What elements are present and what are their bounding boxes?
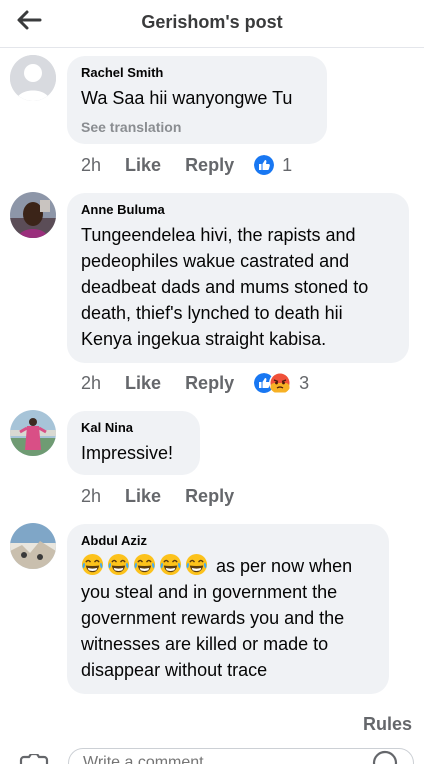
avatar[interactable]: [10, 523, 56, 569]
laughing-tears-emoji-icon: [159, 553, 182, 576]
like-reaction-icon: [254, 155, 275, 175]
comment-text: Tungeendelea hivi, the rapists and pedeo…: [81, 225, 369, 349]
comment-actions: 2h Like Reply: [81, 484, 258, 508]
comment-text: as per now when you steal and in governm…: [81, 553, 375, 683]
reply-button[interactable]: Reply: [185, 486, 234, 507]
comment-input[interactable]: [68, 748, 414, 764]
comment-author[interactable]: Abdul Aziz: [81, 533, 375, 549]
rules-link[interactable]: Rules: [363, 714, 412, 735]
comment-bubble: Anne Buluma Tungeendelea hivi, the rapis…: [67, 193, 409, 363]
like-button[interactable]: Like: [125, 373, 161, 394]
laughing-tears-emoji-icon: [185, 553, 208, 576]
like-button[interactable]: Like: [125, 486, 161, 507]
comment-composer: [0, 746, 424, 764]
laughing-tears-emoji-icon: [133, 553, 156, 576]
reaction-count: 1: [282, 154, 293, 175]
avatar[interactable]: [10, 55, 56, 101]
reaction-summary[interactable]: 1: [254, 155, 292, 176]
laughing-tears-emoji-icon: [107, 553, 130, 576]
comment-bubble: Kal Nina Impressive!: [67, 411, 200, 475]
laughing-tears-emoji-icon: [81, 553, 104, 576]
like-button[interactable]: Like: [125, 155, 161, 176]
comment-text: Impressive!: [81, 443, 174, 463]
see-translation-link[interactable]: See translation: [81, 119, 313, 135]
smiley-icon[interactable]: [372, 750, 398, 764]
camera-icon[interactable]: [18, 754, 50, 764]
comment-text: Wa Saa hii wanyongwe Tu: [81, 88, 293, 108]
profile-photo: [10, 192, 56, 238]
default-avatar-icon: [10, 55, 56, 101]
comment-bubble: Abdul Aziz as per now when you steal and…: [67, 524, 389, 694]
comment-author[interactable]: Anne Buluma: [81, 202, 395, 218]
profile-photo: [10, 523, 56, 569]
comment-author[interactable]: Kal Nina: [81, 420, 186, 436]
avatar[interactable]: [10, 192, 56, 238]
comment-time[interactable]: 2h: [81, 155, 101, 176]
laughing-emoji-row: [81, 553, 211, 576]
page-title: Gerishom's post: [141, 12, 283, 32]
comment-actions: 2h Like Reply 3: [81, 371, 309, 395]
reply-button[interactable]: Reply: [185, 373, 234, 394]
comment-time[interactable]: 2h: [81, 373, 101, 394]
comment-bubble: Rachel Smith Wa Saa hii wanyongwe Tu See…: [67, 56, 327, 144]
top-bar: Gerishom's post: [0, 0, 424, 48]
angry-reaction-icon: [269, 372, 292, 394]
comment-time[interactable]: 2h: [81, 486, 101, 507]
reply-button[interactable]: Reply: [185, 155, 234, 176]
reaction-summary[interactable]: 3: [254, 372, 309, 394]
avatar[interactable]: [10, 410, 56, 456]
comment-author[interactable]: Rachel Smith: [81, 65, 313, 81]
profile-photo: [10, 410, 56, 456]
reaction-count: 3: [299, 372, 310, 393]
comment-actions: 2h Like Reply 1: [81, 153, 292, 177]
